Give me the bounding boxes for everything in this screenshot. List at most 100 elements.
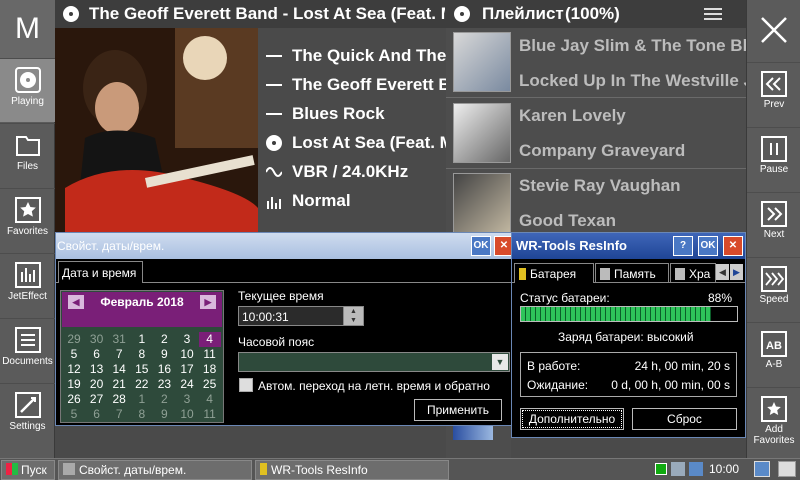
ok-button[interactable]: OK xyxy=(471,236,491,256)
calendar-day[interactable]: 7 xyxy=(108,407,130,422)
playlist-artist[interactable]: Karen Lovely xyxy=(519,106,626,126)
nav-documents[interactable]: Documents xyxy=(0,318,55,382)
more-button[interactable]: Дополнительно xyxy=(520,408,624,430)
calendar-day[interactable]: 3 xyxy=(176,332,198,347)
ok-button[interactable]: OK xyxy=(698,236,718,256)
calendar-day[interactable]: 6 xyxy=(86,347,108,362)
nav-favorites[interactable]: Favorites xyxy=(0,188,55,252)
close-icon[interactable] xyxy=(760,16,788,44)
calendar-day[interactable]: 6 xyxy=(86,407,108,422)
calendar-day[interactable]: 10 xyxy=(176,407,198,422)
calendar-day[interactable]: 23 xyxy=(153,377,175,392)
calendar-day[interactable]: 5 xyxy=(63,347,85,362)
calendar-day[interactable]: 26 xyxy=(63,392,85,407)
close-button[interactable]: ✕ xyxy=(723,236,743,256)
tray-clock[interactable]: 10:00 xyxy=(709,462,739,476)
tab-battery[interactable]: Батарея xyxy=(514,263,594,283)
tray-desktop-icon[interactable] xyxy=(754,461,770,477)
calendar-day[interactable]: 27 xyxy=(86,392,108,407)
prev-month-button[interactable]: ◀ xyxy=(68,295,84,309)
calendar-grid[interactable]: 29 30 31 1 2 3 4 5 6 7 8 9 10 11 12 13 14 15 16 17 18 19 20 21 2… xyxy=(62,332,222,424)
calendar-day[interactable]: 9 xyxy=(153,347,175,362)
playlist-title[interactable]: Company Graveyard xyxy=(519,141,685,161)
tray-keyboard-icon[interactable] xyxy=(671,462,685,476)
playlist-artist[interactable]: Stevie Ray Vaughan xyxy=(519,176,681,196)
calendar-day[interactable]: 12 xyxy=(63,362,85,377)
calendar-day[interactable]: 3 xyxy=(176,392,198,407)
tab-scroll-left[interactable]: ◀ xyxy=(716,264,729,280)
battery-progress-bar xyxy=(520,306,738,322)
calendar-day[interactable]: 1 xyxy=(131,392,153,407)
calendar-day[interactable]: 8 xyxy=(131,407,153,422)
playlist-title[interactable]: Locked Up In The Westville Jail xyxy=(519,71,772,91)
calendar-day[interactable]: 11 xyxy=(199,407,221,422)
calendar-day[interactable]: 15 xyxy=(131,362,153,377)
calendar-day[interactable]: 11 xyxy=(199,347,221,362)
tab-memory[interactable]: Память xyxy=(595,263,669,283)
nav-jeteffect[interactable]: JetEffect xyxy=(0,253,55,317)
task-datetime[interactable]: Свойст. даты/врем. xyxy=(58,460,252,480)
pause-button[interactable]: Pause xyxy=(747,127,800,191)
app-logo[interactable]: M xyxy=(0,0,55,58)
calendar-day[interactable]: 20 xyxy=(86,377,108,392)
menu-icon[interactable] xyxy=(704,8,722,20)
calendar-day[interactable]: 5 xyxy=(63,407,85,422)
calendar-day[interactable]: 8 xyxy=(131,347,153,362)
add-favorites-button[interactable]: Add Favorites xyxy=(747,387,800,458)
spin-up-icon[interactable]: ▲ xyxy=(344,307,363,316)
calendar-day[interactable]: 4 xyxy=(199,392,221,407)
calendar-day[interactable]: 18 xyxy=(199,362,221,377)
next-month-button[interactable]: ▶ xyxy=(200,295,216,309)
spin-down-icon[interactable]: ▼ xyxy=(344,316,363,325)
chevron-down-icon[interactable]: ▼ xyxy=(492,354,508,370)
dst-checkbox[interactable] xyxy=(239,378,253,392)
playlist-title[interactable]: Good Texan xyxy=(519,211,616,231)
apply-button[interactable]: Применить xyxy=(414,399,502,421)
calendar-day[interactable]: 29 xyxy=(63,332,85,347)
next-button[interactable]: Next xyxy=(747,192,800,256)
calendar-day[interactable]: 10 xyxy=(176,347,198,362)
calendar-day[interactable]: 4 xyxy=(198,332,221,347)
prev-button[interactable]: Prev xyxy=(747,62,800,126)
tab-date-time[interactable]: Дата и время xyxy=(58,261,143,283)
timezone-select[interactable]: ▼ xyxy=(238,352,510,372)
calendar-day[interactable]: 19 xyxy=(63,377,85,392)
nav-settings[interactable]: Settings xyxy=(0,383,55,447)
calendar-day[interactable]: 28 xyxy=(108,392,130,407)
playlist-panel[interactable]: Blue Jay Slim & The Tone Blasters Locked… xyxy=(446,28,797,233)
task-wr-tools[interactable]: WR-Tools ResInfo xyxy=(255,460,449,480)
tray-keyboard-toggle-icon[interactable] xyxy=(778,461,796,477)
calendar-day[interactable]: 25 xyxy=(199,377,221,392)
calendar-day[interactable]: 1 xyxy=(131,332,153,347)
calendar[interactable]: ◀ Февраль 2018 ▶ 29 30 31 1 2 3 4 5 6 7 8 9 10 11 12 13… xyxy=(60,290,224,423)
calendar-day[interactable]: 9 xyxy=(153,407,175,422)
calendar-day[interactable]: 17 xyxy=(176,362,198,377)
calendar-day[interactable]: 13 xyxy=(86,362,108,377)
calendar-day[interactable]: 31 xyxy=(108,332,130,347)
speed-button[interactable]: Speed xyxy=(747,257,800,321)
nav-files[interactable]: Files xyxy=(0,123,55,187)
calendar-day[interactable]: 14 xyxy=(108,362,130,377)
calendar-day[interactable]: 30 xyxy=(86,332,108,347)
calendar-day[interactable]: 7 xyxy=(108,347,130,362)
calendar-day[interactable]: 2 xyxy=(153,392,175,407)
tray-network-icon[interactable] xyxy=(689,462,703,476)
datetime-dialog: Свойст. даты/врем. OK ✕ Дата и время ◀ Ф… xyxy=(55,232,515,426)
time-spinner[interactable]: ▲ ▼ xyxy=(343,307,363,325)
tray-battery-icon[interactable] xyxy=(655,463,667,475)
calendar-day[interactable]: 21 xyxy=(108,377,130,392)
help-button[interactable]: ? xyxy=(673,236,693,256)
disc-icon xyxy=(14,67,41,93)
calendar-day[interactable]: 24 xyxy=(176,377,198,392)
calendar-day[interactable]: 16 xyxy=(153,362,175,377)
reset-button[interactable]: Сброс xyxy=(632,408,737,430)
track-album: Lost At Sea (Feat. M... xyxy=(292,133,469,152)
ab-repeat-button[interactable]: AB A-B xyxy=(747,322,800,386)
tab-storage[interactable]: Хра xyxy=(670,263,716,283)
start-button[interactable]: Пуск xyxy=(1,460,55,480)
tab-scroll-right[interactable]: ▶ xyxy=(730,264,743,280)
playlist-label: Плейлист xyxy=(482,4,564,23)
calendar-day[interactable]: 2 xyxy=(153,332,175,347)
nav-playing[interactable]: Playing xyxy=(0,58,55,122)
calendar-day[interactable]: 22 xyxy=(131,377,153,392)
